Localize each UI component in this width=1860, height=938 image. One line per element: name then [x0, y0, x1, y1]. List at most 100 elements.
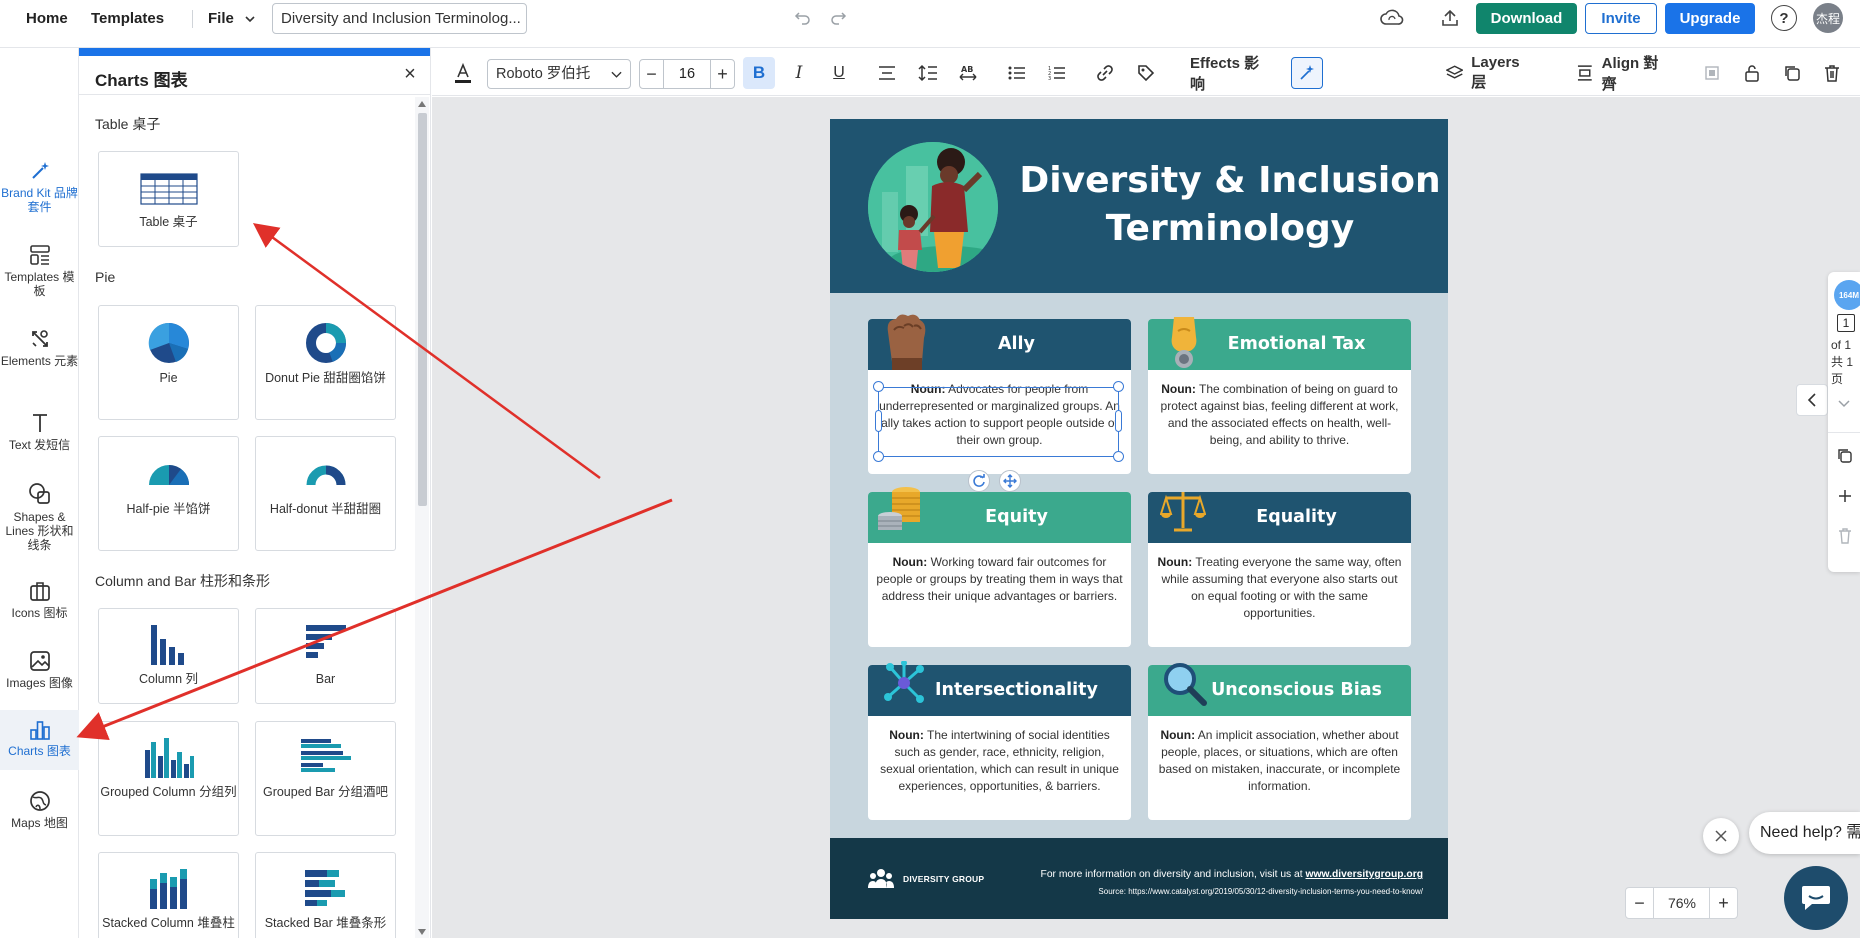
undo-button[interactable] [792, 6, 814, 30]
resize-handle[interactable] [1113, 451, 1124, 462]
delete-button[interactable] [1820, 58, 1844, 88]
align-text-button[interactable] [875, 58, 899, 88]
chart-option-stacked-bar[interactable]: Stacked Bar 堆叠条形 [255, 852, 396, 938]
page-size-badge[interactable]: 164M [1834, 280, 1860, 310]
rail-item-images[interactable]: Images 图像 [0, 650, 79, 690]
help-button[interactable]: ? [1771, 5, 1797, 31]
resize-handle[interactable] [1113, 381, 1124, 392]
close-help-button[interactable] [1703, 818, 1739, 854]
bullet-list-button[interactable] [1005, 58, 1029, 88]
family-illustration[interactable] [868, 142, 998, 272]
font-size-decrease-button[interactable]: − [640, 60, 664, 88]
chart-option-stacked-column[interactable]: Stacked Column 堆叠柱 [98, 852, 239, 938]
font-size-value[interactable]: 16 [664, 60, 710, 88]
help-bubble[interactable]: Need help? 需 [1749, 812, 1860, 854]
chat-support-button[interactable] [1784, 866, 1848, 930]
chart-option-grouped-bar[interactable]: Grouped Bar 分组酒吧 [255, 721, 396, 836]
rotate-handle[interactable] [968, 470, 990, 492]
font-size-increase-button[interactable]: + [710, 60, 734, 88]
side-handle[interactable] [1115, 410, 1122, 432]
home-link[interactable]: Home [26, 0, 68, 38]
chart-option-table[interactable]: Table 桌子 [98, 151, 239, 247]
footer-link[interactable]: www.diversitygroup.org [1306, 869, 1423, 880]
link-button[interactable] [1093, 58, 1117, 88]
chart-option-grouped-column[interactable]: Grouped Column 分组列 [98, 721, 239, 836]
text-color-button[interactable] [450, 58, 476, 88]
chart-option-bar[interactable]: Bar [255, 608, 396, 704]
font-family-select[interactable]: Roboto 罗伯托 [487, 59, 631, 89]
close-icon[interactable]: × [400, 64, 420, 84]
document-title-input[interactable]: Diversity and Inclusion Terminolog... [272, 3, 527, 34]
term-card-unconscious-bias[interactable]: Unconscious Bias Noun: An implicit assoc… [1148, 663, 1411, 820]
chart-option-pie[interactable]: Pie [98, 305, 239, 420]
line-height-button[interactable] [916, 58, 940, 88]
duplicate-page-icon[interactable] [1837, 448, 1853, 464]
poster-page[interactable]: Diversity & Inclusion Terminology Ally N… [830, 119, 1448, 919]
term-card-equity[interactable]: Equity Noun: Working toward fair outcome… [868, 487, 1131, 647]
zoom-level[interactable]: 76% [1654, 888, 1710, 918]
redo-button[interactable] [827, 6, 849, 30]
effects-button[interactable]: Effects 影响 [1190, 55, 1274, 93]
font-size-stepper[interactable]: − 16 + [639, 59, 735, 89]
zoom-in-button[interactable]: + [1709, 888, 1737, 918]
rail-item-shapes[interactable]: Shapes & Lines 形状和线条 [0, 482, 79, 552]
rail-item-maps[interactable]: Maps 地图 [0, 790, 79, 830]
rail-item-brand-kit[interactable]: Brand Kit 品牌套件 [0, 160, 79, 214]
position-button[interactable] [1700, 58, 1724, 88]
underline-button[interactable]: U [827, 58, 851, 88]
resize-handle[interactable] [873, 381, 884, 392]
chart-option-donut[interactable]: Donut Pie 甜甜圈馅饼 [255, 305, 396, 420]
templates-link[interactable]: Templates [91, 0, 164, 38]
share-button[interactable] [1438, 6, 1462, 30]
page-number-input[interactable]: 1 [1837, 314, 1855, 332]
term-card-equality[interactable]: Equality Noun: Treating everyone the sam… [1148, 492, 1411, 647]
numbered-list-button[interactable]: 123 [1045, 58, 1069, 88]
rail-item-text[interactable]: Text 发短信 [0, 412, 79, 452]
layers-button[interactable]: Layers 层 [1446, 54, 1536, 91]
footer-info[interactable]: For more information on diversity and in… [1023, 869, 1423, 880]
delete-page-icon[interactable] [1838, 528, 1852, 544]
scrollbar-thumb[interactable] [418, 113, 427, 506]
panel-scrollbar[interactable] [415, 97, 429, 938]
collapse-pages-button[interactable] [1796, 384, 1828, 416]
cloud-sync-button[interactable] [1379, 6, 1405, 30]
letter-spacing-button[interactable]: AB [956, 58, 980, 88]
noun-label: Noun: [889, 728, 924, 742]
resize-handle[interactable] [873, 451, 884, 462]
card-text[interactable]: Noun: Treating everyone the same way, of… [1156, 554, 1403, 622]
chart-option-half-donut[interactable]: Half-donut 半甜甜圈 [255, 436, 396, 551]
term-card-emotional-tax[interactable]: Emotional Tax Noun: The combination of b… [1148, 317, 1411, 474]
align-button[interactable]: Align 對齊 [1576, 55, 1672, 93]
lock-button[interactable] [1740, 58, 1764, 88]
rail-item-icons[interactable]: Icons 图标 [0, 580, 79, 620]
card-text[interactable]: Noun: The combination of being on guard … [1156, 381, 1403, 449]
rail-item-elements[interactable]: Elements 元素 [0, 328, 79, 368]
footer-brand[interactable]: DIVERSITY GROUP [903, 874, 984, 884]
rail-item-charts[interactable]: Charts 图表 [0, 710, 79, 770]
avatar[interactable]: 杰程 [1813, 3, 1843, 33]
file-menu[interactable]: File [208, 0, 256, 38]
card-text[interactable]: Noun: An implicit association, whether a… [1156, 727, 1403, 795]
card-text[interactable]: Noun: Working toward fair outcomes for p… [876, 554, 1123, 605]
side-handle[interactable] [875, 410, 882, 432]
italic-button[interactable]: I [787, 58, 811, 88]
chart-option-column[interactable]: Column 列 [98, 608, 239, 704]
term-card-intersectionality[interactable]: Intersectionality Noun: The intertwining… [868, 661, 1131, 820]
poster-title[interactable]: Diversity & Inclusion Terminology [1012, 157, 1448, 253]
bold-button[interactable]: B [743, 57, 775, 89]
invite-button[interactable]: Invite [1585, 3, 1657, 34]
card-text[interactable]: Noun: The intertwining of social identit… [876, 727, 1123, 795]
move-handle[interactable] [999, 470, 1021, 492]
download-button[interactable]: Download [1476, 3, 1577, 34]
zoom-out-button[interactable]: − [1626, 888, 1654, 918]
duplicate-button[interactable] [1780, 58, 1804, 88]
add-page-icon[interactable] [1838, 489, 1852, 503]
selection-box[interactable] [878, 387, 1119, 457]
rail-item-templates[interactable]: Templates 模板 [0, 244, 79, 298]
tag-button[interactable] [1134, 58, 1158, 88]
chevron-down-icon[interactable] [1838, 400, 1850, 408]
ai-magic-button[interactable] [1291, 57, 1323, 89]
chart-option-half-pie[interactable]: Half-pie 半馅饼 [98, 436, 239, 551]
footer-source[interactable]: Source: https://www.catalyst.org/2019/05… [970, 887, 1423, 896]
upgrade-button[interactable]: Upgrade [1665, 3, 1755, 34]
